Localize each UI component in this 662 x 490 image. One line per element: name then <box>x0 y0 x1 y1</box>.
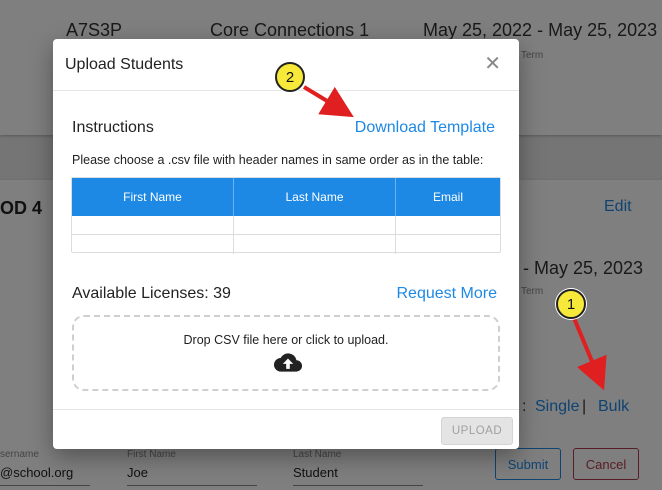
table-cell <box>234 216 396 234</box>
table-cell <box>234 235 396 254</box>
close-icon[interactable]: ✕ <box>484 54 501 74</box>
cloud-upload-icon <box>274 353 302 372</box>
column-header: Email <box>432 190 463 204</box>
upload-button[interactable]: UPLOAD <box>441 417 513 445</box>
available-licenses: Available Licenses: 39 <box>72 285 231 302</box>
csv-hint-text: Please choose a .csv file with header na… <box>72 153 484 167</box>
request-more-link[interactable]: Request More <box>397 285 498 303</box>
csv-format-table: First Name Last Name Email <box>71 177 501 254</box>
dialog-footer-divider <box>53 409 519 410</box>
csv-dropzone[interactable]: Drop CSV file here or click to upload. <box>72 315 500 391</box>
table-cell <box>396 235 500 254</box>
column-header: First Name <box>72 178 234 216</box>
column-header: Last Name <box>234 178 396 216</box>
table-cell <box>72 235 234 254</box>
dialog-title: Upload Students <box>65 56 184 73</box>
table-row <box>72 235 500 254</box>
callout-1: 1 <box>556 289 586 319</box>
table-cell <box>72 216 234 234</box>
table-row <box>72 216 500 235</box>
upload-students-dialog: Upload Students ✕ Instructions Download … <box>53 39 519 449</box>
dropzone-text: Drop CSV file here or click to upload. <box>183 333 389 347</box>
download-template-link[interactable]: Download Template <box>355 119 495 137</box>
table-cell <box>396 216 500 234</box>
callout-2: 2 <box>275 62 305 92</box>
instructions-heading: Instructions <box>72 119 154 136</box>
table-header: First Name Last Name Email <box>72 178 500 216</box>
